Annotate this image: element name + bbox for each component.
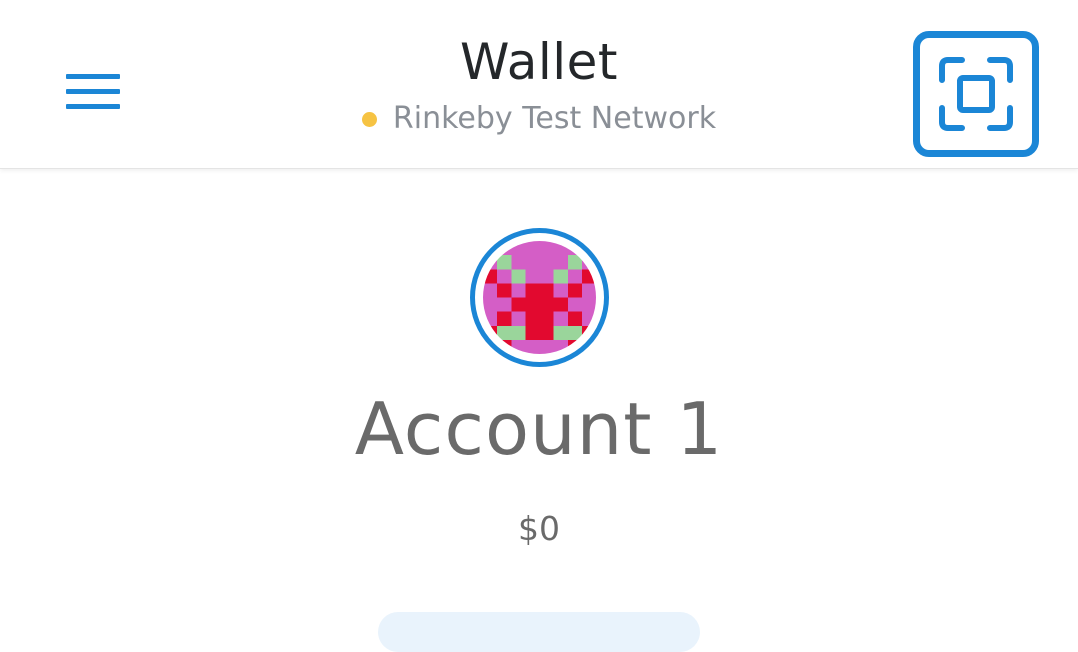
- identicon-cell: [553, 311, 568, 326]
- app-header: Wallet Rinkeby Test Network: [0, 0, 1078, 169]
- identicon-cell: [483, 269, 498, 284]
- identicon-cell: [539, 297, 554, 312]
- identicon-cell: [483, 325, 498, 340]
- identicon-cell: [497, 325, 512, 340]
- identicon-cell: [567, 311, 582, 326]
- account-address-pill[interactable]: [378, 612, 700, 652]
- identicon-cell: [483, 255, 498, 270]
- identicon-cell: [525, 311, 540, 326]
- identicon-cell: [581, 269, 596, 284]
- hamburger-menu-button[interactable]: [60, 66, 126, 118]
- identicon-cell: [525, 339, 540, 354]
- identicon-cell: [511, 311, 526, 326]
- network-name: Rinkeby Test Network: [392, 101, 717, 136]
- identicon-cell: [539, 241, 554, 256]
- identicon-cell: [581, 297, 596, 312]
- identicon-cell: [553, 269, 568, 284]
- identicon-cell: [539, 283, 554, 298]
- identicon-cell: [525, 255, 540, 270]
- identicon-cell: [581, 241, 596, 256]
- identicon-cell: [567, 241, 582, 256]
- identicon-cell: [511, 325, 526, 340]
- identicon-cell: [553, 297, 568, 312]
- identicon-cell: [483, 283, 498, 298]
- network-status-dot: [361, 111, 377, 127]
- header-title-group: Wallet Rinkeby Test Network: [289, 30, 789, 138]
- identicon-cell: [511, 269, 526, 284]
- menu-bar-bottom: [66, 104, 120, 109]
- identicon-cell: [497, 311, 512, 326]
- identicon-cell: [497, 255, 512, 270]
- identicon-cell: [581, 311, 596, 326]
- identicon-cell: [567, 297, 582, 312]
- identicon-cell: [567, 255, 582, 270]
- identicon-cell: [483, 339, 498, 354]
- identicon-cell: [567, 283, 582, 298]
- qr-scan-icon: [939, 57, 1013, 131]
- identicon-cell: [497, 283, 512, 298]
- identicon-cell: [483, 311, 498, 326]
- identicon-cell: [581, 255, 596, 270]
- identicon-cell: [553, 325, 568, 340]
- identicon-cell: [511, 339, 526, 354]
- qr-scan-button[interactable]: [913, 31, 1039, 157]
- identicon-cell: [567, 269, 582, 284]
- identicon-cell: [525, 283, 540, 298]
- identicon-cell: [511, 283, 526, 298]
- identicon-cell: [539, 339, 554, 354]
- identicon-cell: [525, 297, 540, 312]
- identicon-cell: [511, 297, 526, 312]
- account-balance: $0: [518, 509, 560, 548]
- identicon-cell: [581, 339, 596, 354]
- identicon-cell: [553, 255, 568, 270]
- account-identicon: [483, 241, 596, 354]
- identicon-cell: [539, 311, 554, 326]
- identicon-cell: [581, 283, 596, 298]
- identicon-cell: [567, 325, 582, 340]
- identicon-cell: [581, 325, 596, 340]
- identicon-cell: [497, 269, 512, 284]
- identicon-cell: [553, 283, 568, 298]
- identicon-cell: [497, 339, 512, 354]
- account-name[interactable]: Account 1: [289, 386, 789, 472]
- identicon-cell: [539, 269, 554, 284]
- identicon-cell: [525, 325, 540, 340]
- account-avatar-ring[interactable]: [470, 228, 609, 367]
- identicon-cell: [567, 339, 582, 354]
- identicon-cell: [483, 241, 498, 256]
- identicon-cell: [497, 241, 512, 256]
- identicon-cell: [511, 255, 526, 270]
- page-title: Wallet: [459, 33, 619, 91]
- identicon-cell: [497, 297, 512, 312]
- identicon-cell: [511, 241, 526, 256]
- identicon-cell: [539, 325, 554, 340]
- identicon-cell: [539, 255, 554, 270]
- menu-bar-middle: [66, 89, 120, 94]
- identicon-cell: [553, 241, 568, 256]
- identicon-cell: [553, 339, 568, 354]
- identicon-cell: [525, 241, 540, 256]
- network-indicator[interactable]: Rinkeby Test Network: [361, 100, 717, 138]
- identicon-image: [483, 241, 596, 354]
- identicon-cell: [483, 297, 498, 312]
- identicon-cell: [525, 269, 540, 284]
- menu-bar-top: [66, 74, 120, 79]
